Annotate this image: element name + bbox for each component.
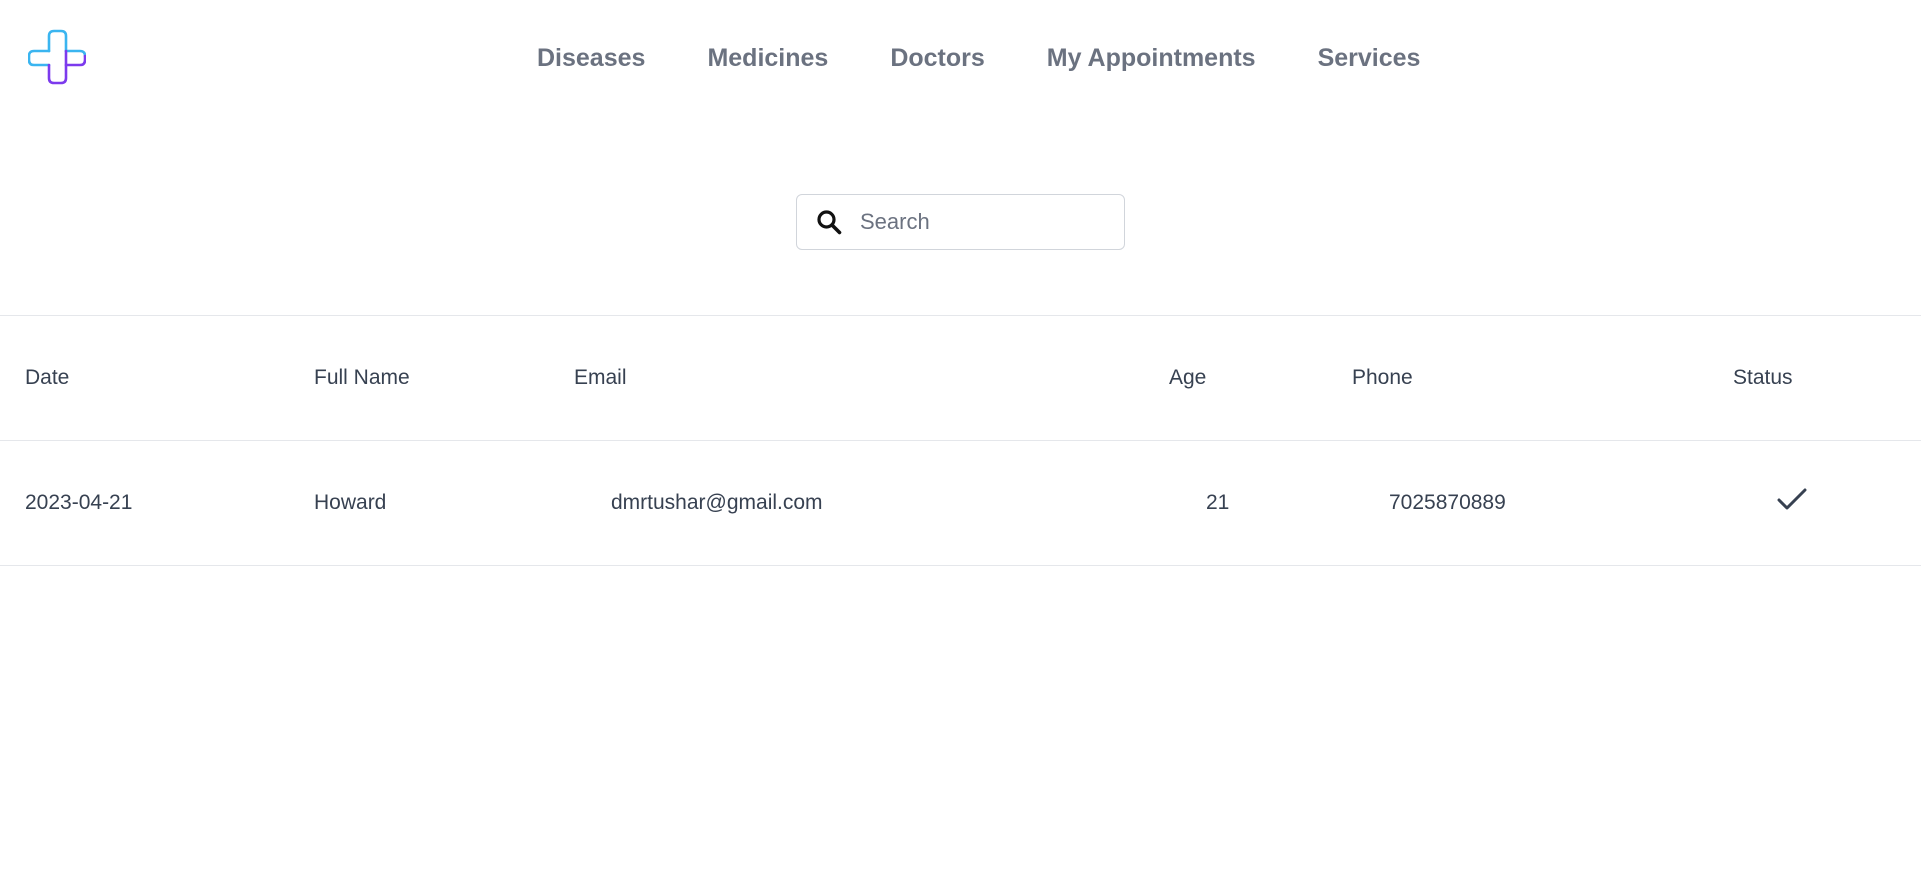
nav-link-services[interactable]: Services bbox=[1318, 42, 1421, 74]
search-icon bbox=[814, 207, 844, 237]
column-header-email: Email bbox=[574, 315, 1169, 441]
column-header-phone: Phone bbox=[1352, 315, 1733, 441]
nav-link-medicines[interactable]: Medicines bbox=[707, 42, 828, 74]
medical-cross-logo-icon[interactable] bbox=[27, 28, 87, 86]
search-box bbox=[796, 194, 1125, 250]
cell-age: 21 bbox=[1169, 440, 1352, 566]
search-input[interactable] bbox=[860, 202, 1100, 242]
cell-status bbox=[1733, 440, 1921, 566]
table-row: 2023-04-21 Howard dmrtushar@gmail.com 21… bbox=[0, 440, 1921, 566]
cell-email: dmrtushar@gmail.com bbox=[574, 440, 1169, 566]
column-header-full-name: Full Name bbox=[314, 315, 574, 441]
column-header-status: Status bbox=[1733, 315, 1921, 441]
top-navbar: Diseases Medicines Doctors My Appointmen… bbox=[0, 0, 1921, 116]
appointments-table: Date Full Name Email Age Phone Status 20… bbox=[0, 315, 1921, 566]
cell-date: 2023-04-21 bbox=[0, 440, 314, 566]
cell-phone: 7025870889 bbox=[1352, 440, 1733, 566]
nav-link-my-appointments[interactable]: My Appointments bbox=[1047, 42, 1256, 74]
cell-full-name: Howard bbox=[314, 440, 574, 566]
main-nav: Diseases Medicines Doctors My Appointmen… bbox=[537, 42, 1420, 74]
table-header-row: Date Full Name Email Age Phone Status bbox=[0, 315, 1921, 441]
nav-link-diseases[interactable]: Diseases bbox=[537, 42, 645, 74]
nav-link-doctors[interactable]: Doctors bbox=[890, 42, 984, 74]
column-header-date: Date bbox=[0, 315, 314, 441]
column-header-age: Age bbox=[1169, 315, 1352, 441]
page: Diseases Medicines Doctors My Appointmen… bbox=[0, 0, 1921, 871]
checkmark-icon[interactable] bbox=[1776, 487, 1808, 513]
